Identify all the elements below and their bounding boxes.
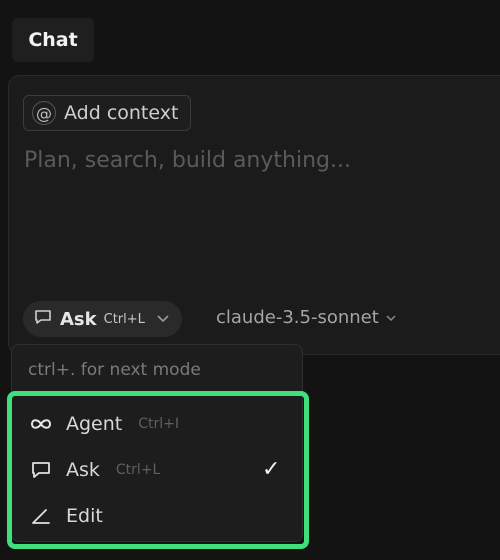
tab-chat[interactable]: Chat [12, 18, 94, 62]
chevron-down-icon [385, 311, 397, 325]
highlight-box [7, 391, 309, 549]
at-icon: @ [32, 101, 56, 125]
mode-selector-shortcut: Ctrl+L [103, 311, 145, 327]
model-selector-label: claude-3.5-sonnet [216, 307, 379, 328]
add-context-label: Add context [64, 102, 179, 124]
mode-selector-label: Ask [60, 308, 97, 330]
add-context-button[interactable]: @ Add context [23, 95, 192, 131]
chat-input-placeholder[interactable]: Plan, search, build anything... [24, 148, 351, 173]
mode-menu-hint: ctrl+. for next mode [28, 360, 201, 380]
chevron-down-icon [156, 312, 170, 326]
mode-selector-button[interactable]: Ask Ctrl+L [23, 301, 182, 337]
tab-chat-label: Chat [28, 29, 78, 51]
model-selector[interactable]: claude-3.5-sonnet [216, 307, 397, 328]
chat-bubble-icon [33, 307, 53, 331]
